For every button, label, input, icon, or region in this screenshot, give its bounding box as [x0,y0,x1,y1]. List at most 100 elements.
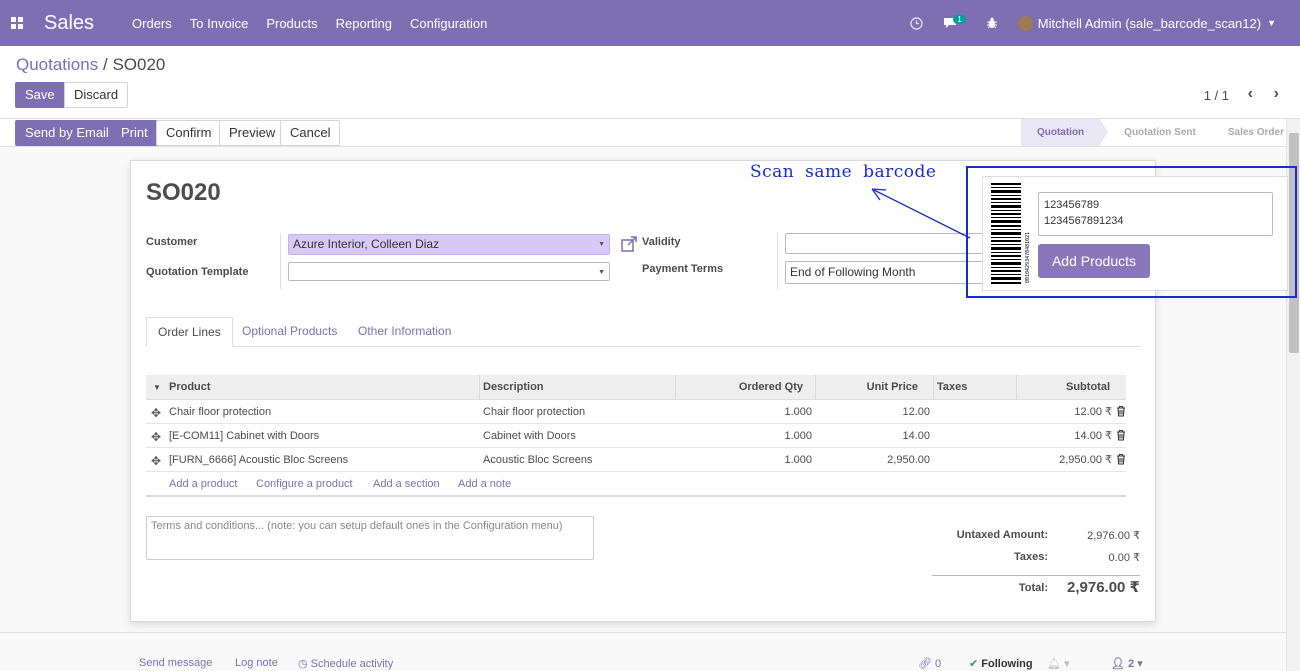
add-a-note-link[interactable]: Add a note [458,472,511,497]
send-by-email-button[interactable]: Send by Email [15,120,119,146]
configure-a-product-link[interactable]: Configure a product [256,472,353,497]
send-message-button[interactable]: Send message [139,657,212,669]
following-button[interactable]: ✔ Following [969,657,1033,670]
column-subtotal[interactable]: Subtotal [1016,375,1110,400]
check-icon: ✔ [969,658,979,670]
row-product[interactable]: Chair floor protection [169,400,271,424]
payment-terms-value: End of Following Month [790,265,916,279]
user-menu[interactable]: Mitchell Admin (sale_barcode_scan12) ▼ [1017,15,1290,31]
chatter-bar: Send message Log note ◷ Schedule activit… [0,632,1300,671]
column-divider [479,375,480,400]
column-product[interactable]: Product [169,375,211,400]
paperclip-icon: 🔗︎ [918,658,932,670]
tab-other-information[interactable]: Other Information [347,317,462,347]
total-label: Total: [1018,582,1048,594]
attachments-button[interactable]: 🔗︎ 0 [918,657,941,670]
row-description[interactable]: Acoustic Bloc Screens [483,448,592,472]
add-a-product-link[interactable]: Add a product [169,472,238,497]
schedule-activity-label: Schedule activity [310,658,394,670]
attachments-count: 0 [935,658,942,670]
pager-previous-icon[interactable]: ‹ [1248,85,1253,103]
trash-icon[interactable] [1116,405,1126,420]
barcode-caption: 00104293470481021 [1025,232,1031,283]
column-taxes[interactable]: Taxes [937,375,967,400]
row-price[interactable]: 14.00 [815,424,930,448]
stage-quotation-sent[interactable]: Quotation Sent [1108,119,1212,146]
add-a-section-link[interactable]: Add a section [373,472,440,497]
row-subtotal: 12.00 ₹ [1074,406,1112,418]
payment-terms-field[interactable]: End of Following Month [785,261,985,284]
statusbar-stages: Quotation Quotation Sent Sales Order [1020,119,1300,146]
confirm-button[interactable]: Confirm [156,120,222,146]
sort-caret-icon[interactable]: ▼ [153,375,161,400]
app-brand[interactable]: Sales [44,12,94,35]
trash-icon[interactable] [1116,453,1126,468]
breadcrumb-quotations-link[interactable]: Quotations [16,55,98,74]
status-row: Send by Email Print Confirm Preview Canc… [0,119,1300,147]
pager-value[interactable]: 1 / 1 [1204,88,1229,103]
tab-order-lines[interactable]: Order Lines [146,317,233,347]
debug-bug-icon[interactable] [986,17,998,29]
row-price[interactable]: 12.00 [815,400,930,424]
column-ordered-qty[interactable]: Ordered Qty [675,375,803,400]
row-qty[interactable]: 1.000 [675,448,812,472]
document-name: SO020 [146,179,221,206]
stage-quotation[interactable]: Quotation [1020,119,1101,146]
table-row[interactable]: ✥ [FURN_6666] Acoustic Bloc Screens Acou… [146,448,1126,472]
menu-products[interactable]: Products [266,16,317,31]
totals-block: Untaxed Amount: 2,976.00 ₹ Taxes: 0.00 ₹… [932,529,1140,601]
discard-button[interactable]: Discard [64,82,129,108]
terms-placeholder: Terms and conditions... (note: you can s… [151,520,563,532]
user-name: Mitchell Admin (sale_barcode_scan12) [1037,15,1262,31]
cancel-button[interactable]: Cancel [280,120,341,146]
pager-next-icon[interactable]: › [1274,85,1279,103]
table-row[interactable]: ✥ Chair floor protection Chair floor pro… [146,400,1126,424]
taxes-value: 0.00 ₹ [1108,552,1140,564]
save-button[interactable]: Save [15,82,65,108]
row-subtotal: 2,950.00 ₹ [1059,454,1112,466]
chevron-down-icon: ▼ [1267,18,1276,28]
drag-handle-icon[interactable]: ✥ [151,430,161,444]
breadcrumb: Quotations / SO020 [16,55,165,75]
terms-and-conditions-field[interactable]: Terms and conditions... (note: you can s… [146,516,594,560]
untaxed-amount-value: 2,976.00 ₹ [1087,530,1140,542]
activity-clock-icon[interactable] [910,16,924,30]
column-unit-price[interactable]: Unit Price [815,375,918,400]
column-description[interactable]: Description [483,375,544,400]
row-qty[interactable]: 1.000 [675,400,812,424]
menu-orders[interactable]: Orders [132,16,172,31]
followers-button[interactable]: 👤︎ 2 ▾ [1111,657,1143,670]
row-product[interactable]: [FURN_6666] Acoustic Bloc Screens [169,448,348,472]
customer-label: Customer [146,236,198,248]
row-qty[interactable]: 1.000 [675,424,812,448]
menu-configuration[interactable]: Configuration [410,16,487,31]
print-button[interactable]: Print [111,120,158,146]
trash-icon[interactable] [1116,429,1126,444]
add-line-links: Add a product Configure a product Add a … [146,472,1126,497]
breadcrumb-current: SO020 [112,55,166,74]
schedule-activity-button[interactable]: ◷ Schedule activity [298,657,393,670]
messaging-menu[interactable]: 1 [943,14,966,29]
customer-field[interactable]: Azure Interior, Colleen Diaz ▼ [288,234,610,255]
menu-to-invoice[interactable]: To Invoice [190,16,249,31]
log-note-button[interactable]: Log note [235,657,278,669]
notification-bell-icon[interactable]: 🔔︎ ▾ [1047,657,1070,670]
row-product[interactable]: [E-COM11] Cabinet with Doors [169,424,319,448]
drag-handle-icon[interactable]: ✥ [151,406,161,420]
quotation-template-field[interactable]: ▼ [288,262,610,281]
row-price[interactable]: 2,950.00 [815,448,930,472]
row-description[interactable]: Cabinet with Doors [483,424,576,448]
untaxed-amount-row: Untaxed Amount: 2,976.00 ₹ [932,529,1140,551]
preview-button[interactable]: Preview [219,120,286,146]
apps-grid-icon[interactable] [0,0,34,46]
taxes-label: Taxes: [1013,551,1048,563]
table-row[interactable]: ✥ [E-COM11] Cabinet with Doors Cabinet w… [146,424,1126,448]
menu-reporting[interactable]: Reporting [336,16,392,31]
external-link-icon[interactable] [621,236,637,255]
add-products-button[interactable]: Add Products [1038,244,1150,278]
row-description[interactable]: Chair floor protection [483,400,585,424]
drag-handle-icon[interactable]: ✥ [151,454,161,468]
annotation-label: Scan same barcode [750,162,937,182]
tab-optional-products[interactable]: Optional Products [231,317,348,347]
barcode-input[interactable]: 123456789 1234567891234 [1038,192,1273,236]
